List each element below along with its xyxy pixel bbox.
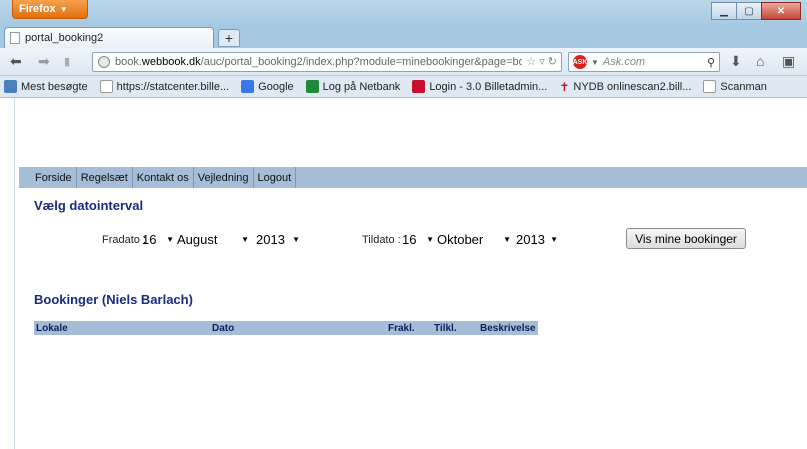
tab-title: portal_booking2 bbox=[25, 32, 104, 44]
ask-logo-icon: ASK bbox=[573, 55, 587, 69]
show-bookings-button[interactable]: Vis mine bookinger bbox=[626, 228, 746, 249]
bookmark-most-visited[interactable]: Mest besøgte bbox=[4, 80, 88, 93]
content-border bbox=[14, 98, 15, 449]
search-bar[interactable]: ASK ▼ Ask.com ⚲ bbox=[568, 52, 720, 72]
url-text: book.webbook.dk/auc/portal_booking2/inde… bbox=[115, 56, 551, 68]
bookmark-label: Scanman bbox=[720, 80, 767, 93]
star-icon[interactable]: ☆ bbox=[526, 56, 536, 68]
menu-item-kontakt[interactable]: Kontakt os bbox=[133, 167, 194, 188]
google-icon bbox=[241, 80, 255, 93]
menu-item-regelsaet[interactable]: Regelsæt bbox=[77, 167, 133, 188]
forward-icon[interactable]: ➡ bbox=[38, 53, 50, 70]
chevron-down-icon: ▼ bbox=[292, 235, 300, 244]
most-visited-icon bbox=[4, 80, 17, 93]
from-month-select[interactable]: August ▼ bbox=[177, 231, 249, 248]
page-icon bbox=[99, 80, 113, 93]
extensions-icon[interactable]: ▣ bbox=[782, 53, 795, 70]
column-header-tilkl: Tilkl. bbox=[434, 322, 457, 334]
bookmark-label: Mest besøgte bbox=[21, 80, 88, 93]
to-month-select[interactable]: Oktober ▼ bbox=[437, 231, 511, 248]
netbank-icon bbox=[305, 80, 319, 93]
to-year-select[interactable]: 2013 ▼ bbox=[516, 231, 558, 248]
window-controls: ▁ ▢ ✕ bbox=[711, 2, 801, 20]
bookmark-nydb[interactable]: ✝ NYDB onlinescan2.bill... bbox=[559, 80, 691, 94]
bookmarks-bar: Mest besøgte https://statcenter.bille...… bbox=[0, 76, 807, 98]
from-day-select[interactable]: 16 ▼ bbox=[142, 231, 174, 248]
signal-icon: ▮ bbox=[64, 56, 71, 68]
reload-icon[interactable]: ↻ bbox=[548, 56, 557, 68]
column-header-frakl: Frakl. bbox=[388, 322, 415, 334]
globe-icon bbox=[98, 56, 110, 68]
minimize-button[interactable]: ▁ bbox=[711, 2, 737, 20]
to-year-value: 2013 bbox=[516, 232, 545, 247]
menu-item-forside[interactable]: Forside bbox=[19, 167, 77, 188]
from-year-select[interactable]: 2013 ▼ bbox=[256, 231, 300, 248]
firefox-menu-label: Firefox bbox=[19, 3, 56, 15]
dropdown-icon[interactable]: ▿ bbox=[539, 56, 545, 68]
from-day-value: 16 bbox=[142, 232, 157, 247]
chevron-down-icon: ▼ bbox=[59, 4, 68, 14]
bookmark-google[interactable]: Google bbox=[241, 80, 294, 93]
bookmark-billetadmin[interactable]: Login - 3.0 Billetadmin... bbox=[412, 80, 547, 93]
bookmark-label: Log på Netbank bbox=[322, 80, 401, 93]
billetadmin-icon bbox=[412, 80, 426, 93]
bookmark-statcenter[interactable]: https://statcenter.bille... bbox=[99, 80, 230, 93]
page-icon bbox=[10, 32, 20, 44]
column-header-beskrivelse: Beskrivelse bbox=[480, 322, 536, 334]
search-engine-label: Ask.com bbox=[602, 56, 646, 68]
to-month-value: Oktober bbox=[437, 232, 484, 247]
bookings-table-header: Lokale Dato Frakl. Tilkl. Beskrivelse bbox=[34, 321, 538, 335]
url-actions: ☆ ▿ ↻ bbox=[522, 55, 557, 68]
page-icon bbox=[703, 80, 717, 93]
home-icon[interactable]: ⌂ bbox=[756, 53, 764, 69]
url-domain: webbook.dk bbox=[141, 56, 201, 68]
search-icon[interactable]: ⚲ bbox=[707, 56, 715, 69]
close-button[interactable]: ✕ bbox=[761, 2, 801, 20]
from-month-value: August bbox=[177, 232, 218, 247]
menu-item-logout[interactable]: Logout bbox=[254, 167, 297, 188]
download-icon[interactable]: ⬇ bbox=[730, 53, 742, 70]
bookmark-label: https://statcenter.bille... bbox=[116, 80, 230, 93]
chevron-down-icon: ▼ bbox=[591, 57, 599, 67]
to-date-label: Tildato : bbox=[362, 234, 401, 246]
bookmark-scanman[interactable]: Scanman bbox=[703, 80, 767, 93]
chevron-down-icon: ▼ bbox=[166, 235, 174, 244]
to-day-select[interactable]: 16 ▼ bbox=[402, 231, 434, 248]
tab-strip: portal_booking2 + bbox=[0, 26, 807, 48]
to-day-value: 16 bbox=[402, 232, 417, 247]
site-menu: Forside Regelsæt Kontakt os Vejledning L… bbox=[19, 167, 807, 188]
chevron-down-icon: ▼ bbox=[426, 235, 434, 244]
plus-icon: + bbox=[224, 30, 234, 46]
url-prefix: book. bbox=[115, 56, 142, 68]
firefox-menu-button[interactable]: Firefox ▼ bbox=[12, 0, 88, 19]
url-bar[interactable]: book.webbook.dk/auc/portal_booking2/inde… bbox=[92, 52, 562, 72]
bookmark-label: Google bbox=[258, 80, 294, 93]
maximize-button[interactable]: ▢ bbox=[736, 2, 762, 20]
column-header-dato: Dato bbox=[212, 322, 235, 334]
window-titlebar: Firefox ▼ ▁ ▢ ✕ bbox=[0, 0, 807, 26]
from-year-value: 2013 bbox=[256, 232, 285, 247]
bookmark-label: Login - 3.0 Billetadmin... bbox=[429, 80, 548, 93]
menu-item-vejledning[interactable]: Vejledning bbox=[194, 167, 254, 188]
column-header-lokale: Lokale bbox=[36, 322, 68, 334]
navigation-bar: ⬅ ➡ ▮ book.webbook.dk/auc/portal_booking… bbox=[0, 48, 807, 76]
page-content bbox=[14, 98, 807, 449]
bookmark-netbank[interactable]: Log på Netbank bbox=[305, 80, 401, 93]
bookmark-label: NYDB onlinescan2.bill... bbox=[573, 80, 692, 93]
url-path: /auc/portal_booking2/index.php?module=mi… bbox=[200, 56, 552, 68]
new-tab-button[interactable]: + bbox=[218, 29, 240, 47]
chevron-down-icon: ▼ bbox=[503, 235, 511, 244]
from-date-label: Fradato : bbox=[102, 234, 147, 246]
nydb-icon: ✝ bbox=[559, 79, 570, 94]
chevron-down-icon: ▼ bbox=[550, 235, 558, 244]
bookings-title: Bookinger (Niels Barlach) bbox=[34, 292, 193, 307]
tab-portal-booking[interactable]: portal_booking2 bbox=[4, 27, 214, 48]
chevron-down-icon: ▼ bbox=[241, 235, 249, 244]
date-section-title: Vælg datointerval bbox=[34, 198, 144, 213]
back-icon[interactable]: ⬅ bbox=[10, 53, 22, 70]
